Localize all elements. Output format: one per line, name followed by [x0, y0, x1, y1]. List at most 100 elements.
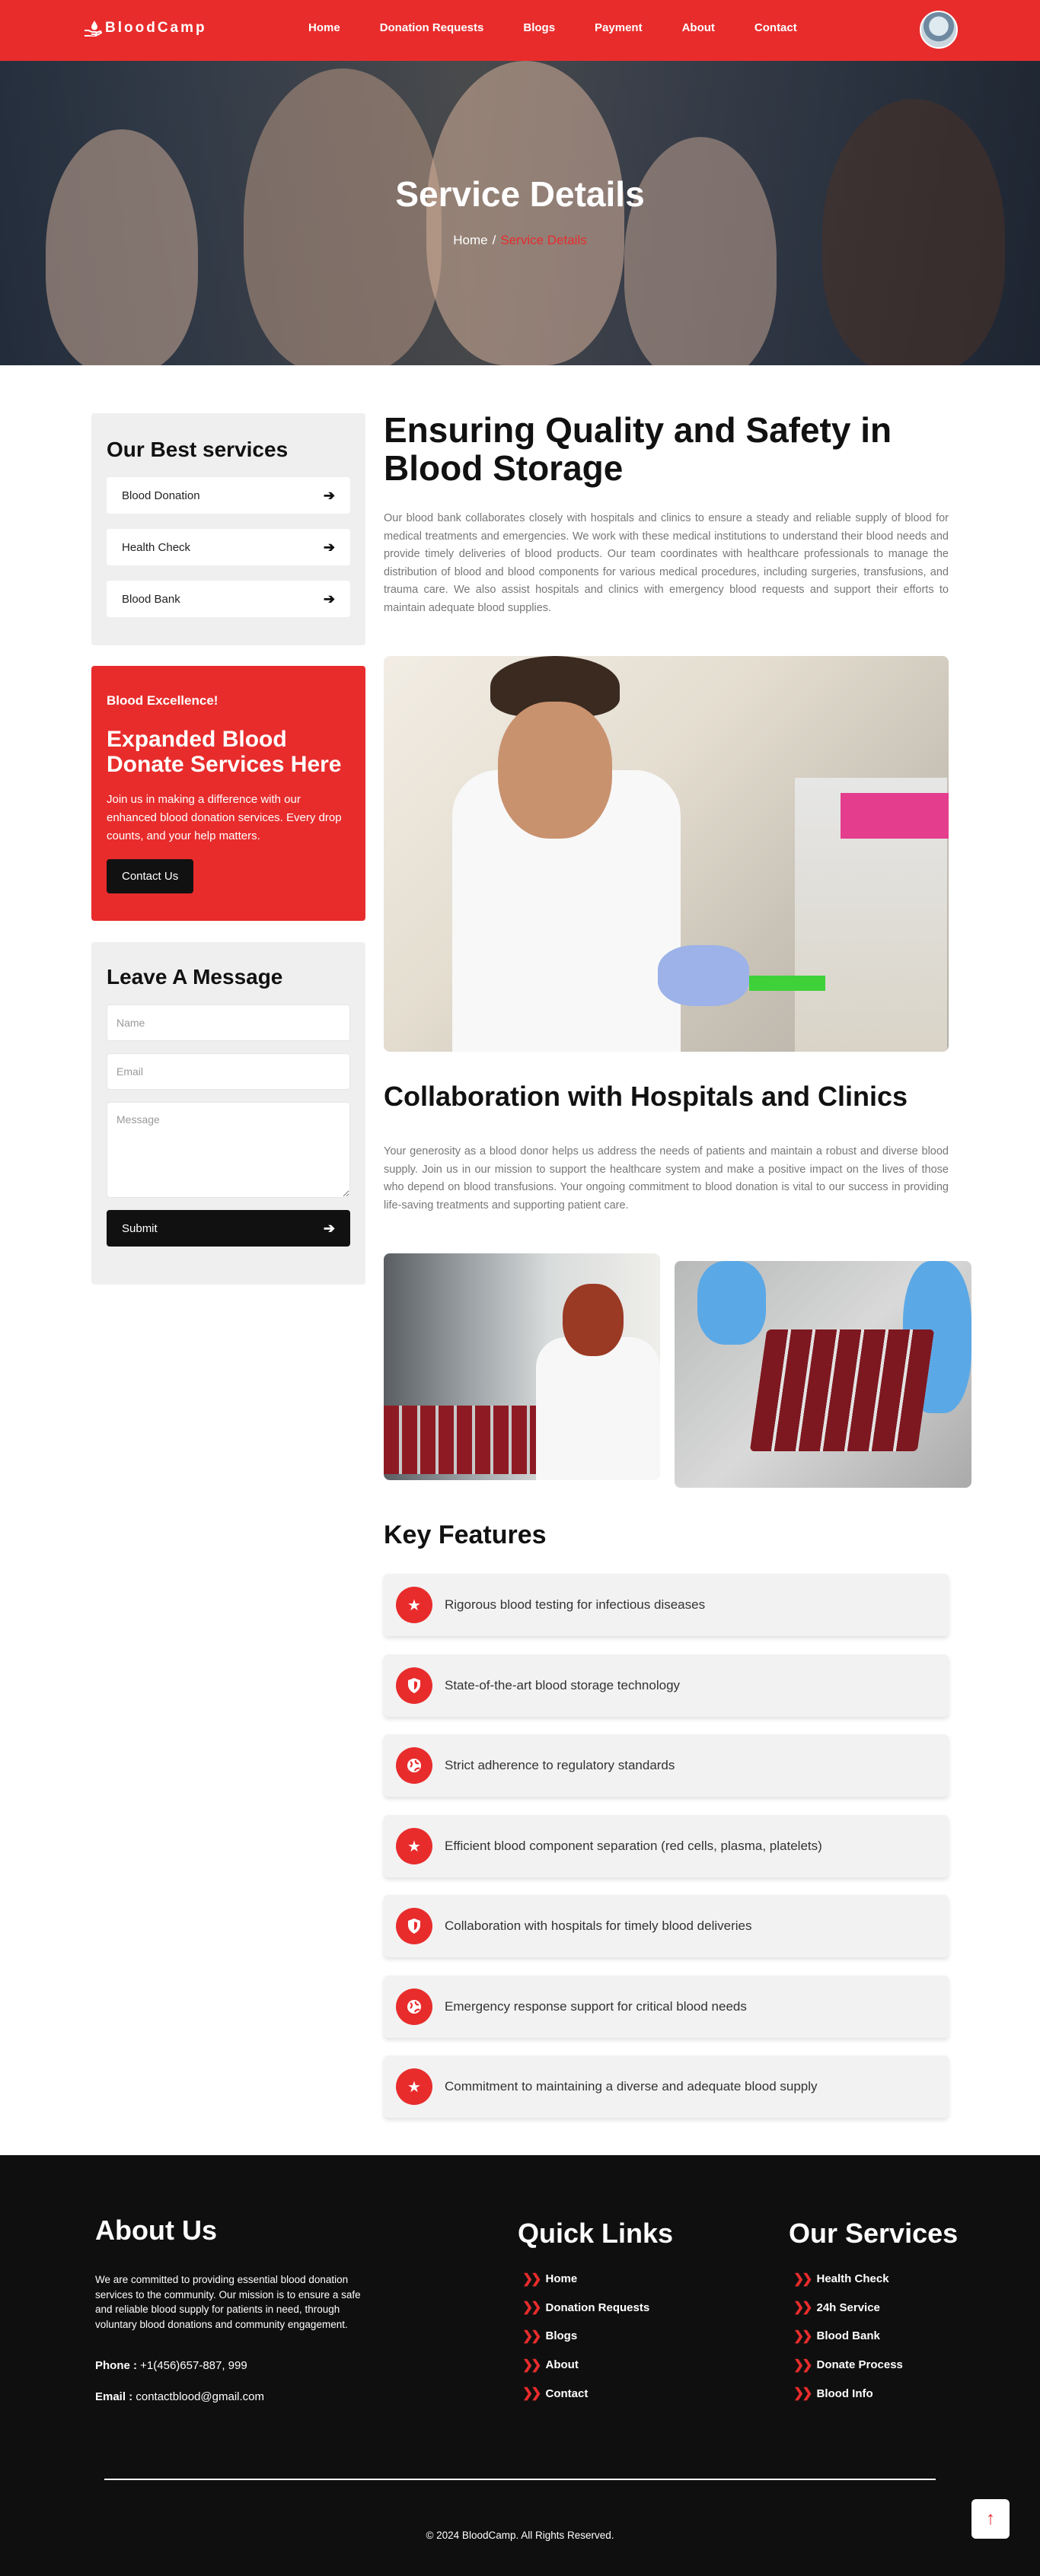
freezer-head-shape [563, 1284, 624, 1356]
promo-text: Join us in making a difference with our … [107, 793, 342, 842]
best-services-title: Our Best services [107, 438, 289, 461]
best-services-panel: Our Best services Blood Donation ➔ Healt… [91, 413, 365, 645]
hero-photo-doctor-5 [822, 99, 1005, 365]
page-title: Service Details [395, 174, 645, 214]
feature-text: Emergency response support for critical … [445, 1999, 747, 2014]
star-icon: ★ [396, 2068, 432, 2105]
double-chevron-icon: ❯❯ [522, 2300, 541, 2315]
footer-link-home[interactable]: ❯❯ Home [522, 2265, 649, 2294]
copyright-text: © 2024 BloodCamp. All Rights Reserved. [426, 2530, 614, 2541]
service-link-blood-bank[interactable]: Blood Bank ➔ [107, 581, 350, 617]
user-avatar[interactable] [920, 11, 958, 49]
feature-item: Collaboration with hospitals for timely … [384, 1895, 949, 1957]
message-field[interactable] [107, 1102, 350, 1198]
hero-banner: Service Details Home / Service Details [0, 61, 1040, 365]
nav-link-contact[interactable]: Contact [754, 21, 797, 34]
double-chevron-icon: ❯❯ [522, 2386, 541, 2401]
double-chevron-icon: ❯❯ [522, 2357, 541, 2372]
double-chevron-icon: ❯❯ [793, 2300, 812, 2315]
double-chevron-icon: ❯❯ [793, 2357, 812, 2372]
globe-icon [396, 1989, 432, 2025]
phone-value[interactable]: +1(456)657-887, 999 [140, 2359, 247, 2372]
feature-text: State-of-the-art blood storage technolog… [445, 1678, 681, 1692]
footer-about-title: About Us [95, 2215, 217, 2246]
feature-text: Strict adherence to regulatory standards [445, 1758, 675, 1772]
feature-item: ★ Commitment to maintaining a diverse an… [384, 2055, 949, 2118]
footer-link-donation-requests[interactable]: ❯❯ Donation Requests [522, 2294, 649, 2323]
lab-face-shape [498, 702, 612, 839]
main-content: Ensuring Quality and Safety in Blood Sto… [384, 411, 949, 617]
nav-link-donation-requests[interactable]: Donation Requests [380, 21, 484, 34]
collaboration-heading: Collaboration with Hospitals and Clinics [384, 1081, 908, 1112]
arrow-right-icon: ➔ [323, 591, 335, 607]
footer-services-title: Our Services [789, 2218, 959, 2249]
name-field[interactable] [107, 1005, 350, 1041]
footer-service-health-check[interactable]: ❯❯ Health Check [793, 2265, 903, 2294]
footer-quick-links-title: Quick Links [518, 2218, 674, 2249]
breadcrumb-home-link[interactable]: Home [453, 233, 487, 247]
main-heading: Ensuring Quality and Safety in Blood Sto… [384, 410, 892, 488]
lab-tray-shape [749, 976, 825, 991]
arrow-up-icon: ↑ [986, 2508, 995, 2529]
star-icon: ★ [396, 1828, 432, 1864]
collaboration-paragraph: Your generosity as a blood donor helps u… [384, 1145, 949, 1212]
email-field[interactable] [107, 1053, 350, 1090]
email-value[interactable]: contactblood@gmail.com [136, 2390, 264, 2403]
lab-glove-shape [658, 945, 749, 1006]
feature-text: Commitment to maintaining a diverse and … [445, 2079, 818, 2094]
hero-photo-doctor-4 [624, 137, 777, 365]
shield-icon [396, 1908, 432, 1944]
nav-link-about[interactable]: About [682, 21, 715, 34]
leave-message-panel: Leave A Message Submit ➔ [91, 942, 365, 1285]
service-label: Blood Bank [122, 592, 180, 606]
promo-eyebrow: Blood Excellence! [107, 693, 219, 708]
scroll-to-top-button[interactable]: ↑ [971, 2499, 1010, 2539]
email-label: Email : [95, 2390, 133, 2403]
submit-button[interactable]: Submit ➔ [107, 1210, 350, 1247]
feature-item: State-of-the-art blood storage technolog… [384, 1654, 949, 1717]
breadcrumb-current: Service Details [500, 233, 587, 247]
arrow-right-icon: ➔ [323, 487, 335, 503]
blood-freezer-image [384, 1253, 660, 1480]
feature-item: Strict adherence to regulatory standards [384, 1734, 949, 1797]
footer-divider [104, 2479, 936, 2480]
service-link-blood-donation[interactable]: Blood Donation ➔ [107, 477, 350, 514]
double-chevron-icon: ❯❯ [522, 2328, 541, 2343]
globe-icon [396, 1747, 432, 1784]
footer-link-contact[interactable]: ❯❯ Contact [522, 2379, 649, 2408]
feature-text: Collaboration with hospitals for timely … [445, 1918, 752, 1933]
double-chevron-icon: ❯❯ [793, 2328, 812, 2343]
footer-about-text: We are committed to providing essential … [95, 2274, 361, 2330]
freezer-coat-shape [536, 1337, 660, 1480]
blood-bags-rack-image [675, 1261, 971, 1488]
breadcrumb-separator: / [492, 233, 496, 247]
nav-link-payment[interactable]: Payment [595, 21, 643, 34]
blood-hand-icon [85, 21, 102, 37]
quick-links-list: ❯❯ Home ❯❯ Donation Requests ❯❯ Blogs ❯❯ Abo… [522, 2265, 649, 2408]
footer-link-about[interactable]: ❯❯ About [522, 2351, 649, 2380]
service-label: Blood Donation [122, 489, 200, 502]
shield-icon [396, 1667, 432, 1704]
leave-message-title: Leave A Message [107, 965, 283, 989]
lab-technician-image [384, 656, 949, 1052]
bags-rack-shape [749, 1329, 935, 1451]
footer-service-donate-process[interactable]: ❯❯ Donate Process [793, 2351, 903, 2380]
footer-phone: Phone : +1(456)657-887, 999 [95, 2359, 247, 2372]
service-link-health-check[interactable]: Health Check ➔ [107, 529, 350, 565]
nav-link-blogs[interactable]: Blogs [523, 21, 555, 34]
hero-photo-doctor-2 [244, 68, 442, 365]
brand-logo[interactable]: BloodCamp [84, 20, 207, 37]
lab-equipment-shape [841, 793, 949, 839]
footer-service-24h[interactable]: ❯❯ 24h Service [793, 2294, 903, 2323]
footer-link-blogs[interactable]: ❯❯ Blogs [522, 2322, 649, 2351]
footer-service-blood-bank[interactable]: ❯❯ Blood Bank [793, 2322, 903, 2351]
footer-services-list: ❯❯ Health Check ❯❯ 24h Service ❯❯ Blood Ban… [793, 2265, 903, 2408]
footer-service-blood-info[interactable]: ❯❯ Blood Info [793, 2379, 903, 2408]
contact-us-button[interactable]: Contact Us [107, 859, 194, 893]
service-label: Health Check [122, 540, 191, 554]
nav-link-home[interactable]: Home [308, 21, 340, 34]
brand-name: BloodCamp [105, 20, 207, 36]
bags-glove-shape [697, 1261, 766, 1345]
promo-title: Expanded Blood Donate Services Here [107, 727, 342, 777]
main-nav: Home Donation Requests Blogs Payment Abo… [308, 21, 837, 34]
